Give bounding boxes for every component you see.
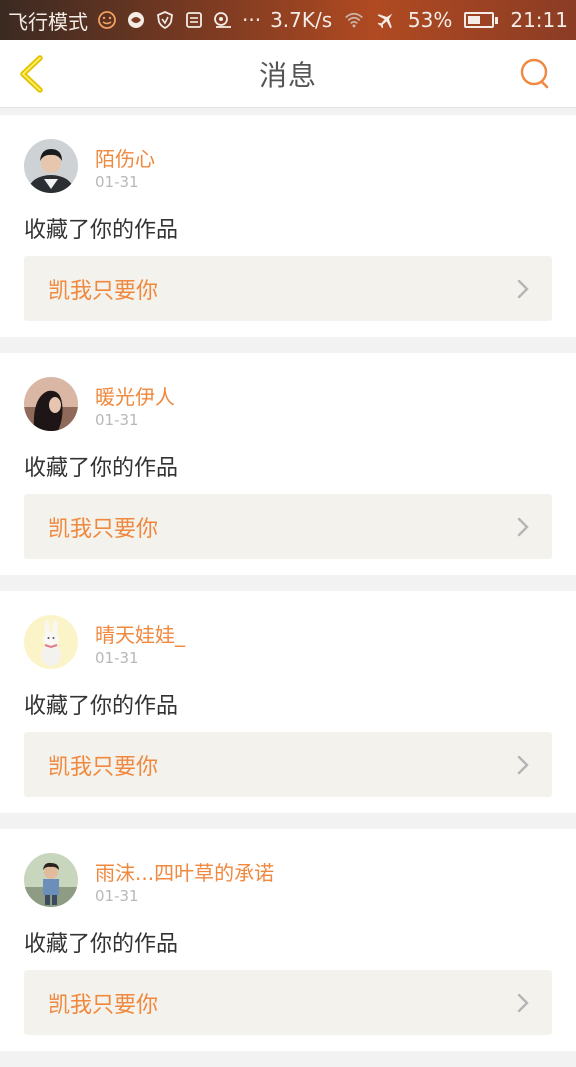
- battery-percent: 53%: [407, 8, 453, 32]
- sim-icon: [184, 10, 204, 30]
- chevron-right-icon: [517, 993, 529, 1013]
- location-icon: [213, 10, 233, 30]
- browser-icon: [126, 10, 146, 30]
- work-title: 凯我只要你: [48, 516, 159, 542]
- message-card: 陌伤心 01-31 收藏了你的作品 凯我只要你: [0, 115, 576, 337]
- message-card: 雨沫...四叶草的承诺 01-31 收藏了你的作品 凯我只要你: [0, 829, 576, 1051]
- avatar[interactable]: [24, 615, 78, 669]
- chevron-right-icon: [517, 755, 529, 775]
- action-text: 收藏了你的作品: [24, 456, 179, 481]
- work-link[interactable]: 凯我只要你: [24, 256, 552, 321]
- user-name[interactable]: 晴天娃娃_: [95, 619, 185, 648]
- work-link[interactable]: 凯我只要你: [24, 970, 552, 1035]
- search-button[interactable]: [518, 56, 554, 92]
- network-speed: 3.7K/s: [270, 8, 333, 32]
- clock: 21:11: [510, 8, 568, 32]
- battery-icon: [464, 12, 499, 28]
- page-title: 消息: [258, 58, 317, 92]
- user-name[interactable]: 陌伤心: [95, 143, 155, 172]
- chevron-right-icon: [517, 279, 529, 299]
- more-icon: ···: [242, 8, 262, 32]
- chevron-right-icon: [517, 517, 529, 537]
- work-title: 凯我只要你: [48, 992, 159, 1018]
- avatar[interactable]: [24, 853, 78, 907]
- nav-bar: 消息: [0, 40, 576, 108]
- airplane-mode-label: 飞行模式: [8, 9, 88, 34]
- search-icon: [520, 58, 549, 89]
- message-date: 01-31: [95, 649, 139, 667]
- avatar[interactable]: [24, 377, 78, 431]
- message-date: 01-31: [95, 887, 139, 905]
- action-text: 收藏了你的作品: [24, 218, 179, 243]
- work-link[interactable]: 凯我只要你: [24, 732, 552, 797]
- message-list: 陌伤心 01-31 收藏了你的作品 凯我只要你 暖光伊人 01-31 收藏了你的…: [0, 115, 576, 1067]
- shield-icon: [155, 10, 175, 30]
- message-date: 01-31: [95, 411, 139, 429]
- action-text: 收藏了你的作品: [24, 694, 179, 719]
- message-card: 晴天娃娃_ 01-31 收藏了你的作品 凯我只要你: [0, 591, 576, 813]
- message-date: 01-31: [95, 173, 139, 191]
- message-card: 暖光伊人 01-31 收藏了你的作品 凯我只要你: [0, 353, 576, 575]
- emoji-icon: [97, 10, 117, 30]
- work-title: 凯我只要你: [48, 278, 159, 304]
- wifi-icon: [344, 10, 364, 30]
- work-title: 凯我只要你: [48, 754, 159, 780]
- user-name[interactable]: 暖光伊人: [95, 381, 175, 410]
- chevron-left-icon: [20, 55, 43, 93]
- user-name[interactable]: 雨沫...四叶草的承诺: [95, 857, 274, 886]
- work-link[interactable]: 凯我只要你: [24, 494, 552, 559]
- action-text: 收藏了你的作品: [24, 932, 179, 957]
- airplane-icon: [376, 10, 396, 30]
- avatar[interactable]: [24, 139, 78, 193]
- back-button[interactable]: [14, 54, 50, 94]
- status-bar: 飞行模式 ··· 3.7K/s 53% 21:11: [0, 0, 576, 40]
